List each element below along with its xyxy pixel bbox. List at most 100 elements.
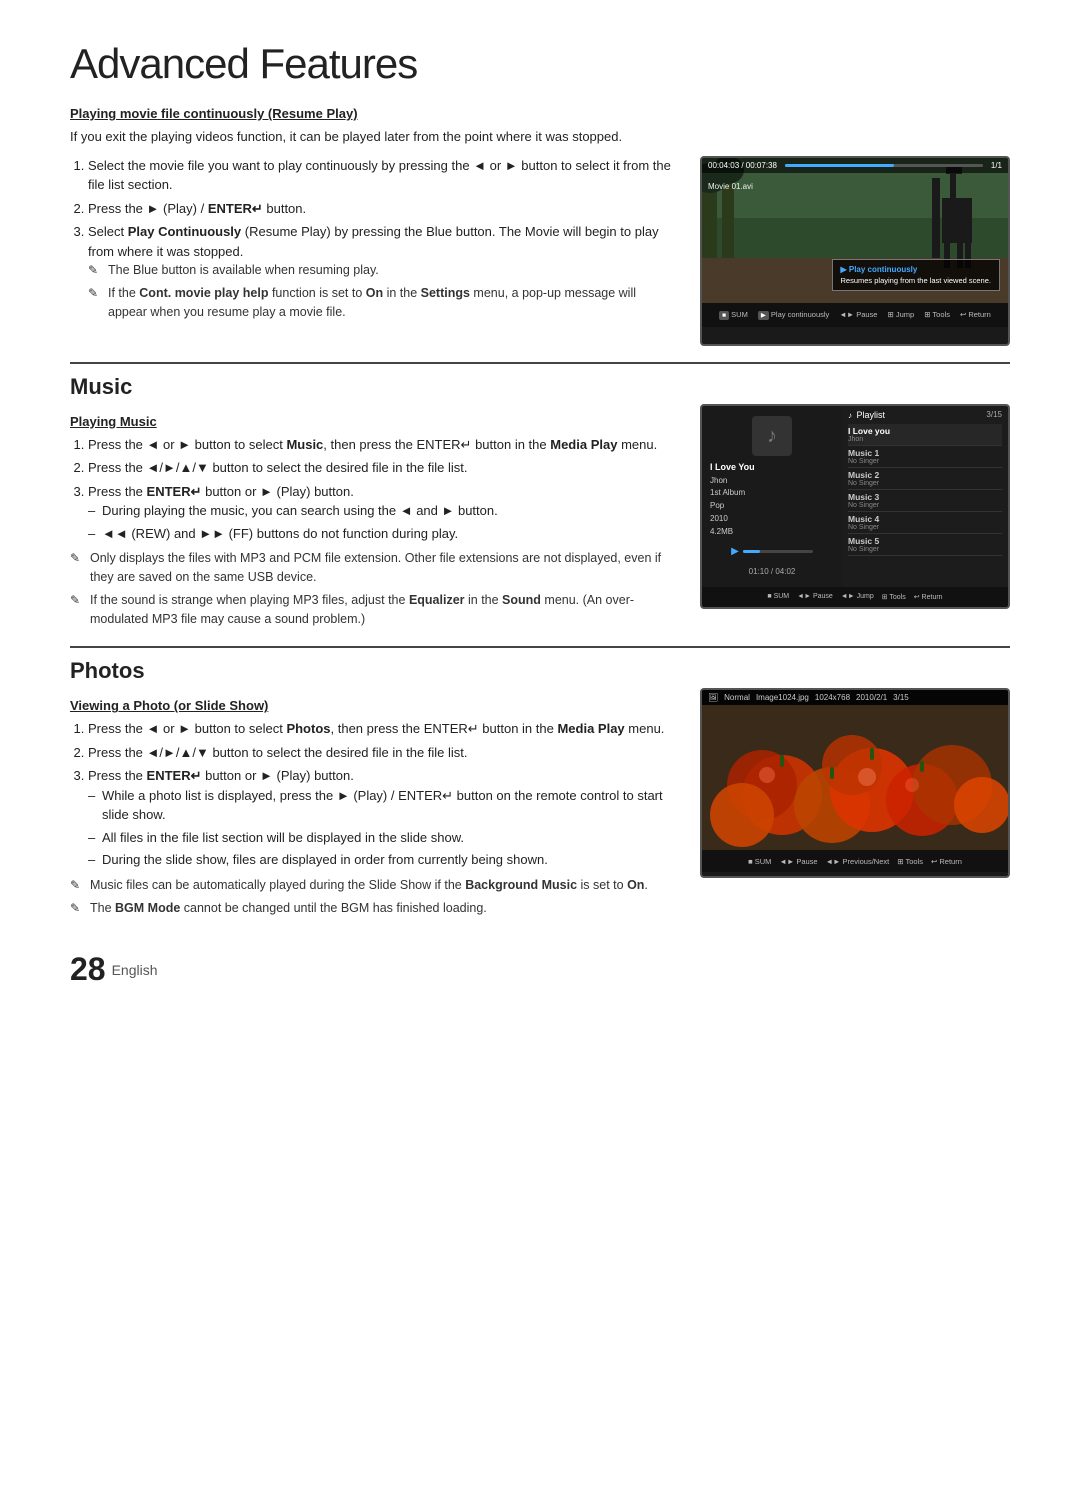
movie-steps: Select the movie file you want to play c…	[70, 156, 676, 322]
photo-resolution: 1024x768	[815, 693, 850, 702]
music-ctrl-sum: ■ SUM	[767, 593, 789, 600]
movie-subsection-title: Playing movie file continuously (Resume …	[70, 106, 1010, 121]
playlist-item-0: I Love you Jhon	[848, 424, 1002, 446]
page-number-area: 28 English	[70, 951, 1010, 988]
playlist-item-4: Music 4 No Singer	[848, 512, 1002, 534]
movie-popup-title: ▶ Play continuously	[841, 265, 992, 274]
playlist-item-5: Music 5 No Singer	[848, 534, 1002, 556]
photos-subsection-title: Viewing a Photo (or Slide Show)	[70, 698, 676, 713]
movie-content-block: Select the movie file you want to play c…	[70, 156, 1010, 346]
movie-note-1: The Blue button is available when resumi…	[88, 261, 676, 280]
music-bullet-1: During playing the music, you can search…	[88, 501, 676, 521]
photos-step-1: Press the ◄ or ► button to select Photos…	[88, 719, 676, 739]
page-title: Advanced Features	[70, 40, 1010, 88]
music-content-block: Playing Music Press the ◄ or ► button to…	[70, 404, 1010, 633]
music-divider	[70, 362, 1010, 364]
photos-step-2: Press the ◄/►/▲/▼ button to select the d…	[88, 743, 676, 763]
movie-counter: 1/1	[991, 161, 1002, 170]
movie-video-area: 00:04:03 / 00:07:38 1/1 Movie 01.avi ▶ P…	[702, 158, 1008, 303]
music-progress-time: 01:10 / 04:02	[749, 567, 796, 576]
music-section: Music Playing Music Press the ◄ or ► but…	[70, 374, 1010, 633]
playlist-item-3: Music 3 No Singer	[848, 490, 1002, 512]
music-screen-inner: ♪ I Love You Jhon 1st Album Pop 2010 4.2…	[702, 406, 1008, 607]
music-steps: Press the ◄ or ► button to select Music,…	[70, 435, 676, 544]
movie-popup: ▶ Play continuously Resumes playing from…	[832, 259, 1001, 291]
photo-date: 2010/2/1	[856, 693, 887, 702]
movie-ctrl-tools: ⊞ Tools	[924, 310, 950, 319]
music-step-1: Press the ◄ or ► button to select Music,…	[88, 435, 676, 455]
movie-ctrl-jump: ⊞ Jump	[887, 310, 914, 319]
photo-counter: 3/15	[893, 693, 909, 702]
music-step-2: Press the ◄/►/▲/▼ button to select the d…	[88, 458, 676, 478]
photos-content-block: Viewing a Photo (or Slide Show) Press th…	[70, 688, 1010, 921]
photo-ctrl-prevnext: ◄► Previous/Next	[826, 857, 890, 866]
music-screen-controls: ■ SUM ◄► Pause ◄► Jump ⊞ Tools ↩ Return	[702, 587, 1008, 607]
photos-section: Photos Viewing a Photo (or Slide Show) P…	[70, 658, 1010, 921]
music-artist: Jhon	[710, 475, 834, 488]
movie-time: 00:04:03 / 00:07:38	[708, 161, 777, 170]
playlist-label: ♪ Playlist	[848, 410, 885, 420]
play-icon: ▶	[731, 546, 739, 557]
photos-bullet-1: While a photo list is displayed, press t…	[88, 786, 676, 825]
movie-image-col: 00:04:03 / 00:07:38 1/1 Movie 01.avi ▶ P…	[700, 156, 1010, 346]
photos-screen: 🖼 Normal Image1024.jpg 1024x768 2010/2/1…	[700, 688, 1010, 878]
music-left-panel: ♪ I Love You Jhon 1st Album Pop 2010 4.2…	[702, 406, 842, 587]
music-ctrl-jump: ◄► Jump	[841, 593, 874, 600]
playlist-header: ♪ Playlist 3/15	[848, 410, 1002, 420]
movie-screen: 00:04:03 / 00:07:38 1/1 Movie 01.avi ▶ P…	[700, 156, 1010, 346]
movie-topbar: 00:04:03 / 00:07:38 1/1	[702, 158, 1008, 173]
movie-filename: Movie 01.avi	[708, 182, 753, 191]
play-icon-area: ▶	[731, 546, 813, 557]
photos-note-1: Music files can be automatically played …	[70, 876, 676, 895]
photos-divider	[70, 646, 1010, 648]
music-info: I Love You Jhon 1st Album Pop 2010 4.2MB	[710, 460, 834, 538]
movie-ctrl-play: ▶ Play continuously	[758, 310, 829, 319]
photos-step-3: Press the ENTER↵ button or ► (Play) butt…	[88, 766, 676, 870]
movie-step-2: Press the ► (Play) / ENTER↵ button.	[88, 199, 676, 219]
photo-icon: 🖼	[708, 693, 718, 702]
music-ctrl-tools: ⊞ Tools	[882, 593, 906, 601]
playlist-note-icon: ♪	[848, 411, 852, 420]
photo-ctrl-return: ↩ Return	[931, 857, 962, 866]
music-right-panel: ♪ Playlist 3/15 I Love you Jhon Music 1	[842, 406, 1008, 587]
music-image-col: ♪ I Love You Jhon 1st Album Pop 2010 4.2…	[700, 404, 1010, 633]
photo-filename: Image1024.jpg	[756, 693, 809, 702]
photo-ctrl-pause: ◄► Pause	[779, 857, 817, 866]
movie-ctrl-return: ↩ Return	[960, 310, 991, 319]
photos-image-col: 🖼 Normal Image1024.jpg 1024x768 2010/2/1…	[700, 688, 1010, 921]
playlist-item-2: Music 2 No Singer	[848, 468, 1002, 490]
music-sub-bullets: During playing the music, you can search…	[88, 501, 676, 543]
photo-topbar: 🖼 Normal Image1024.jpg 1024x768 2010/2/1…	[702, 690, 1008, 705]
movie-ctrl-sum: ■ SUM	[719, 310, 748, 319]
music-text-col: Playing Music Press the ◄ or ► button to…	[70, 404, 676, 633]
photo-ctrl-tools: ⊞ Tools	[897, 857, 923, 866]
photos-bullet-2: All files in the file list section will …	[88, 828, 676, 848]
music-ctrl-pause: ◄► Pause	[797, 593, 833, 600]
photos-section-title: Photos	[70, 658, 1010, 684]
movie-screen-controls: ■ SUM ▶ Play continuously ◄► Pause ⊞ Jum…	[702, 303, 1008, 327]
movie-step-3: Select Play Continuously (Resume Play) b…	[88, 222, 676, 321]
music-section-title: Music	[70, 374, 1010, 400]
music-note-2: If the sound is strange when playing MP3…	[70, 591, 676, 629]
music-song-title: I Love You	[710, 460, 834, 474]
movie-note-2: If the Cont. movie play help function is…	[88, 284, 676, 322]
photo-ctrl-sum: ■ SUM	[748, 857, 771, 866]
photos-sub-bullets: While a photo list is displayed, press t…	[88, 786, 676, 870]
movie-popup-text: Resumes playing from the last viewed sce…	[841, 276, 992, 285]
photo-mode: Normal	[724, 693, 750, 702]
music-album: 1st Album	[710, 487, 834, 500]
music-genre: Pop	[710, 500, 834, 513]
music-main-area: ♪ I Love You Jhon 1st Album Pop 2010 4.2…	[702, 406, 1008, 587]
playlist-item-1: Music 1 No Singer	[848, 446, 1002, 468]
movie-text-col: Select the movie file you want to play c…	[70, 156, 676, 346]
photos-note-2: The BGM Mode cannot be changed until the…	[70, 899, 676, 918]
music-step-3: Press the ENTER↵ button or ► (Play) butt…	[88, 482, 676, 544]
photo-screen-controls: ■ SUM ◄► Pause ◄► Previous/Next ⊞ Tools …	[702, 850, 1008, 872]
music-note-icon: ♪	[752, 416, 792, 456]
music-subsection-title: Playing Music	[70, 414, 676, 429]
photos-bullet-3: During the slide show, files are display…	[88, 850, 676, 870]
movie-ctrl-pause: ◄► Pause	[839, 310, 877, 319]
playlist-counter: 3/15	[986, 410, 1002, 419]
photos-text-col: Viewing a Photo (or Slide Show) Press th…	[70, 688, 676, 921]
music-bullet-2: ◄◄ (REW) and ►► (FF) buttons do not func…	[88, 524, 676, 544]
